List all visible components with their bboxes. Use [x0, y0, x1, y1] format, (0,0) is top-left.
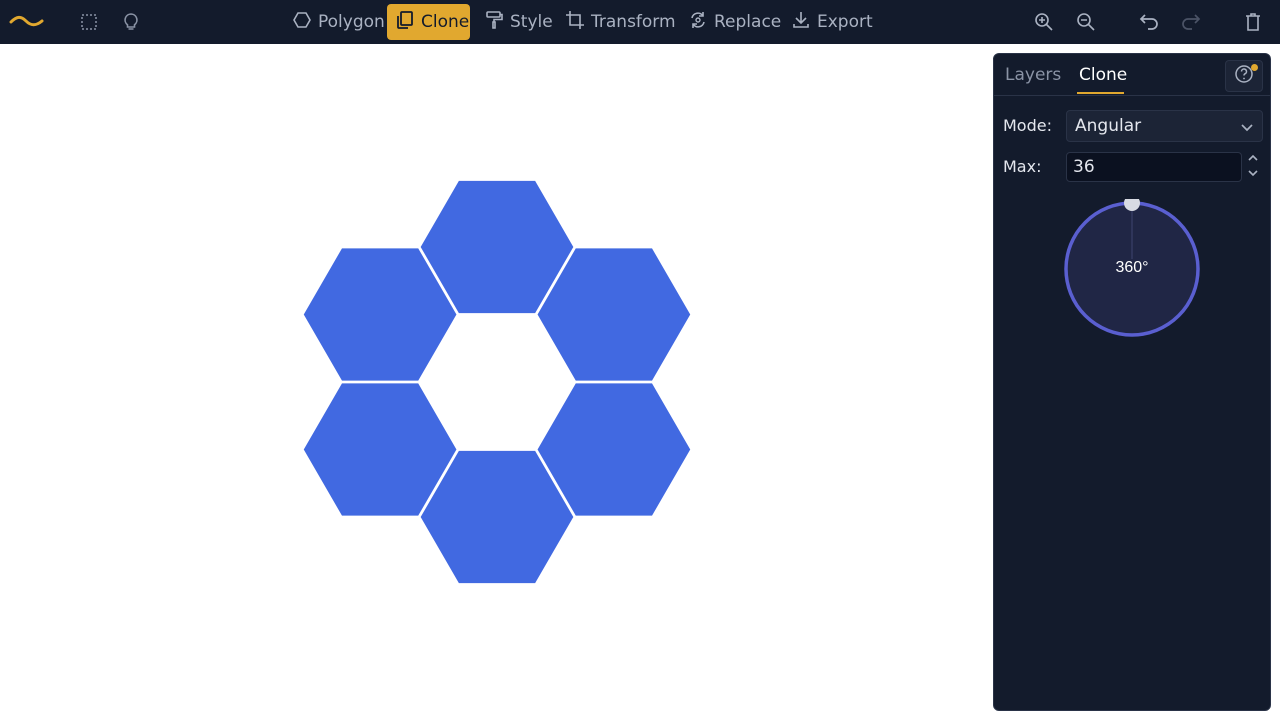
- download-icon: [791, 10, 811, 35]
- panel-tabs: Layers Clone: [994, 54, 1270, 96]
- logo-icon[interactable]: [8, 0, 46, 44]
- style-tool-button[interactable]: Style: [476, 4, 561, 40]
- export-tool-label: Export: [817, 12, 873, 32]
- max-input[interactable]: 36: [1066, 152, 1242, 182]
- export-tool-button[interactable]: Export: [783, 4, 881, 40]
- drawing-canvas[interactable]: [0, 44, 993, 720]
- transform-tool-button[interactable]: Transform: [557, 4, 684, 40]
- clone-tool-label: Clone: [421, 12, 470, 32]
- chevron-down-icon: [1240, 119, 1254, 139]
- paint-roller-icon: [484, 10, 504, 35]
- undo-icon[interactable]: [1137, 0, 1161, 44]
- hexagon-icon: [292, 10, 312, 35]
- polygon-tool-label: Polygon: [318, 12, 385, 32]
- trash-icon[interactable]: [1242, 0, 1264, 44]
- style-tool-label: Style: [510, 12, 553, 32]
- clone-icon: [395, 10, 415, 35]
- mode-value: Angular: [1075, 116, 1142, 136]
- crop-icon: [565, 10, 585, 35]
- clone-panel: Layers Clone Mode: Angular Max: 36: [993, 53, 1271, 711]
- zoom-out-icon[interactable]: [1074, 0, 1098, 44]
- max-label: Max:: [1003, 157, 1042, 176]
- help-button[interactable]: [1225, 60, 1263, 92]
- select-icon[interactable]: [78, 0, 100, 44]
- hexagon-ring[interactable]: [0, 44, 993, 720]
- clone-tool-button[interactable]: Clone: [387, 4, 470, 40]
- transform-tool-label: Transform: [591, 12, 676, 32]
- mode-select[interactable]: Angular: [1066, 110, 1263, 142]
- redo-icon[interactable]: [1179, 0, 1203, 44]
- toolbar: Polygon Clone Style Transform Replace Ex…: [0, 0, 1280, 44]
- tab-layers[interactable]: Layers: [1005, 65, 1061, 85]
- max-stepper[interactable]: [1246, 152, 1260, 182]
- mode-label: Mode:: [1003, 116, 1052, 135]
- replace-icon: [688, 10, 708, 35]
- angle-value: 360°: [1115, 259, 1148, 276]
- replace-tool-label: Replace: [714, 12, 782, 32]
- active-tab-indicator: [1077, 92, 1124, 94]
- angle-dial[interactable]: 360°: [1063, 195, 1203, 339]
- replace-tool-button[interactable]: Replace: [680, 4, 789, 40]
- lightbulb-icon[interactable]: [120, 0, 142, 44]
- zoom-in-icon[interactable]: [1032, 0, 1056, 44]
- max-value: 36: [1073, 157, 1095, 177]
- tab-clone[interactable]: Clone: [1079, 65, 1127, 85]
- notification-dot: [1251, 64, 1258, 71]
- polygon-tool-button[interactable]: Polygon: [284, 4, 393, 40]
